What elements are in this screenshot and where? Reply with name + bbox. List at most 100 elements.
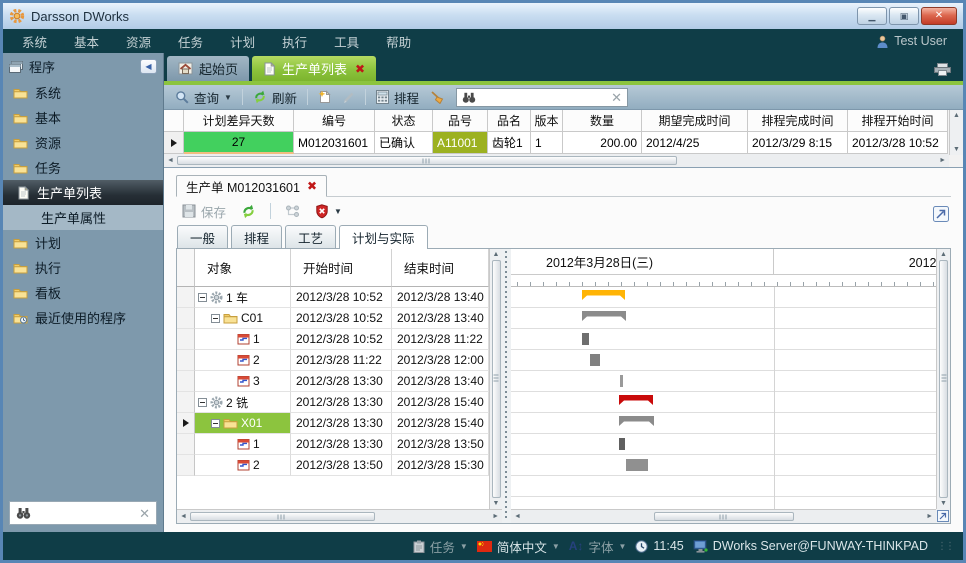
collapse-expander-icon[interactable]	[198, 398, 207, 407]
refresh-button[interactable]: 刷新	[249, 86, 301, 109]
detail-tab-2[interactable]: 工艺	[285, 225, 336, 248]
gantt-bar-task[interactable]	[619, 438, 625, 450]
menu-item-1[interactable]: 基本	[63, 29, 110, 54]
tree-row-8[interactable]: 2 2012/3/28 13:50 2012/3/28 15:30	[177, 455, 489, 476]
clear-grid-search-icon[interactable]: ✕	[611, 91, 622, 104]
hierarchy-button[interactable]	[281, 203, 304, 219]
sidebar-item-8[interactable]: 看板	[3, 280, 163, 305]
collapse-expander-icon[interactable]	[211, 314, 220, 323]
tree-row-5[interactable]: 2 铣 2012/3/28 13:30 2012/3/28 15:40	[177, 392, 489, 413]
maximize-button[interactable]: ▣	[889, 7, 919, 25]
tree-row-1[interactable]: C01 2012/3/28 10:52 2012/3/28 13:40	[177, 308, 489, 329]
sidebar-item-7[interactable]: 执行	[3, 255, 163, 280]
tree-vertical-scrollbar[interactable]: ▲ ▼	[489, 249, 502, 509]
gantt-popout-corner[interactable]	[936, 509, 950, 523]
scroll-up-icon[interactable]: ▲	[490, 251, 503, 258]
gantt-bar-summary[interactable]	[582, 290, 625, 300]
column-header-0[interactable]: 计划差异天数	[184, 110, 294, 132]
gantt-horizontal-scrollbar[interactable]: ◄ ►	[511, 509, 936, 523]
scroll-right-icon[interactable]: ►	[489, 513, 502, 520]
validate-button[interactable]: ▼	[311, 202, 346, 221]
collapse-expander-icon[interactable]	[198, 293, 207, 302]
tree-row-2[interactable]: 1 2012/3/28 10:52 2012/3/28 11:22	[177, 329, 489, 350]
menu-item-7[interactable]: 帮助	[375, 29, 422, 54]
detail-tab[interactable]: 生产单 M012031601 ✖	[176, 175, 327, 197]
popout-icon[interactable]	[933, 206, 949, 222]
tree-column-header-1[interactable]: 开始时间	[291, 249, 392, 287]
column-header-5[interactable]: 版本	[531, 110, 563, 132]
edit-button[interactable]	[338, 89, 359, 106]
scrollbar-thumb[interactable]	[654, 512, 794, 521]
tree-row-0[interactable]: 1 车 2012/3/28 10:52 2012/3/28 13:40	[177, 287, 489, 308]
collapse-expander-icon[interactable]	[211, 419, 220, 428]
menu-item-5[interactable]: 执行	[271, 29, 318, 54]
sidebar-item-3[interactable]: 任务	[3, 155, 163, 180]
task-selector[interactable]: 任务 ▼	[413, 537, 468, 556]
grid-vertical-scrollbar[interactable]: ▲ ▼	[949, 110, 963, 155]
column-header-6[interactable]: 数量	[563, 110, 642, 132]
column-header-4[interactable]: 品名	[488, 110, 531, 132]
close-button[interactable]: ✕	[921, 7, 957, 25]
scroll-left-icon[interactable]: ◄	[511, 513, 524, 520]
menu-item-2[interactable]: 资源	[115, 29, 162, 54]
clear-search-icon[interactable]: ✕	[139, 507, 150, 520]
sidebar-search-input[interactable]	[36, 506, 134, 520]
column-header-7[interactable]: 期望完成时间	[642, 110, 748, 132]
sidebar-item-6[interactable]: 计划	[3, 230, 163, 255]
row-selector[interactable]	[164, 132, 184, 154]
tree-row-7[interactable]: 1 2012/3/28 13:30 2012/3/28 13:50	[177, 434, 489, 455]
splitter-handle[interactable]	[502, 249, 511, 523]
scroll-left-icon[interactable]: ◄	[177, 513, 190, 520]
scrollbar-thumb[interactable]	[177, 156, 677, 165]
detail-tab-3[interactable]: 计划与实际	[339, 225, 428, 249]
printer-icon[interactable]	[934, 63, 951, 76]
scroll-right-icon[interactable]: ►	[936, 157, 949, 164]
detail-refresh-button[interactable]	[237, 202, 260, 221]
tree-row-6[interactable]: X01 2012/3/28 13:30 2012/3/28 15:40	[177, 413, 489, 434]
sidebar-item-2[interactable]: 资源	[3, 130, 163, 155]
tab-0[interactable]: 起始页	[167, 56, 249, 81]
scrollbar-thumb[interactable]	[492, 260, 501, 498]
column-header-1[interactable]: 编号	[294, 110, 375, 132]
scroll-left-icon[interactable]: ◄	[164, 157, 177, 164]
gantt-bar-task[interactable]	[582, 333, 589, 345]
new-button[interactable]	[314, 88, 335, 106]
tab-1[interactable]: 生产单列表✖	[252, 56, 376, 81]
sidebar-item-5[interactable]: 生产单属性	[3, 205, 163, 230]
query-button[interactable]: 查询 ▼	[171, 86, 236, 109]
sidebar-item-9[interactable]: 最近使用的程序	[3, 305, 163, 330]
column-header-9[interactable]: 排程开始时间	[848, 110, 948, 132]
detail-tab-0[interactable]: 一般	[177, 225, 228, 248]
scroll-up-icon[interactable]: ▲	[937, 251, 950, 258]
tree-horizontal-scrollbar[interactable]: ◄ ►	[177, 509, 502, 523]
column-header-8[interactable]: 排程完成时间	[748, 110, 848, 132]
sidebar-item-1[interactable]: 基本	[3, 105, 163, 130]
gantt-bar-task[interactable]	[590, 354, 600, 366]
menu-item-3[interactable]: 任务	[167, 29, 214, 54]
grid-search-input[interactable]	[481, 90, 606, 104]
gantt-bar-summary[interactable]	[582, 311, 626, 321]
gantt-bar-task[interactable]	[620, 375, 623, 387]
font-selector[interactable]: A↕ 字体 ▼	[569, 537, 627, 556]
scrollbar-thumb[interactable]	[939, 260, 948, 498]
collapse-sidebar-button[interactable]: ◀	[140, 59, 157, 74]
menu-item-4[interactable]: 计划	[219, 29, 266, 54]
menu-item-0[interactable]: 系统	[11, 29, 58, 54]
table-row[interactable]: 27M012031601已确认A11001齿轮11200.002012/4/25…	[164, 132, 949, 154]
clean-button[interactable]	[426, 88, 448, 106]
tree-row-3[interactable]: 2 2012/3/28 11:22 2012/3/28 12:00	[177, 350, 489, 371]
scrollbar-thumb[interactable]	[190, 512, 375, 521]
scroll-up-icon[interactable]: ▲	[950, 112, 963, 119]
save-button[interactable]: 保存	[178, 200, 230, 223]
scroll-down-icon[interactable]: ▼	[950, 146, 963, 153]
schedule-button[interactable]: 排程	[372, 86, 423, 109]
column-header-2[interactable]: 状态	[375, 110, 433, 132]
minimize-button[interactable]: ▁	[857, 7, 887, 25]
gantt-bar-summary[interactable]	[619, 416, 654, 426]
language-selector[interactable]: 简体中文 ▼	[477, 537, 560, 556]
column-header-3[interactable]: 品号	[433, 110, 488, 132]
sidebar-item-0[interactable]: 系统	[3, 80, 163, 105]
gantt-bar-summary[interactable]	[619, 395, 653, 405]
detail-tab-1[interactable]: 排程	[231, 225, 282, 248]
tree-column-header-0[interactable]: 对象	[195, 249, 291, 287]
